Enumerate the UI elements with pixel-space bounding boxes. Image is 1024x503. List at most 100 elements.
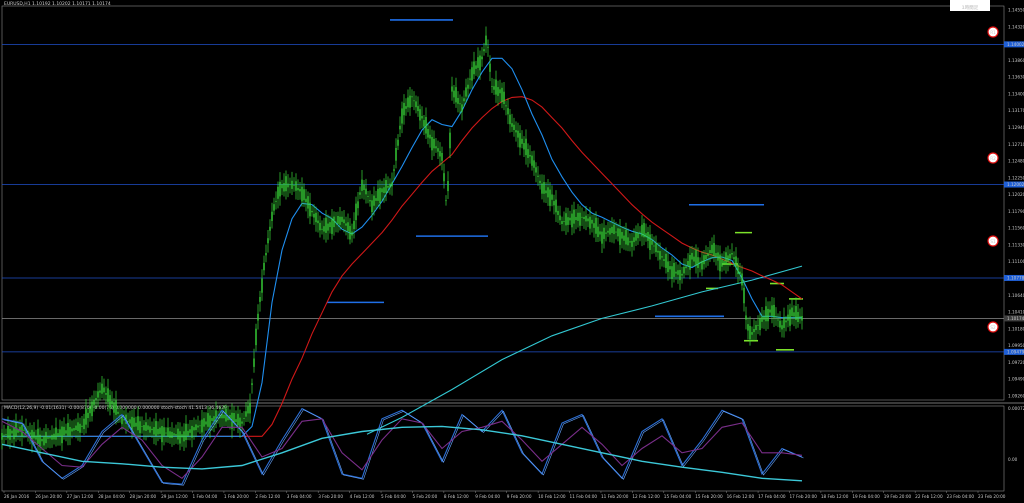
candle-body — [655, 242, 657, 253]
candle-body — [203, 418, 205, 427]
candle-body — [7, 425, 9, 439]
candle-body — [43, 436, 45, 446]
candle-body — [537, 175, 539, 177]
candle-body — [265, 253, 267, 256]
candle-body — [415, 101, 417, 108]
candle-body — [739, 271, 741, 274]
x-tick-label: 28 Jan 20:00 — [130, 494, 157, 499]
pivot-marker-label: S2 — [990, 325, 996, 330]
candle-body — [381, 188, 383, 193]
candle-body — [159, 427, 161, 434]
candle-body — [495, 79, 497, 95]
candle-body — [271, 211, 273, 221]
candle-body — [89, 406, 91, 414]
candle-body — [447, 180, 449, 192]
candle-body — [129, 419, 131, 424]
candle-body — [753, 328, 755, 333]
y-tick-label: 1.13170 — [1008, 108, 1024, 113]
candle-body — [683, 266, 685, 274]
x-tick-label: 2 Feb 12:00 — [255, 494, 280, 499]
candle-body — [23, 429, 25, 431]
candle-body — [669, 266, 671, 270]
candle-body — [767, 308, 769, 322]
candle-body — [339, 216, 341, 225]
candle-body — [153, 427, 155, 435]
candle-body — [783, 317, 785, 328]
x-tick-label: 29 Jan 12:00 — [161, 494, 188, 499]
candle-body — [627, 237, 629, 246]
candle-body — [303, 189, 305, 201]
candle-body — [257, 313, 259, 321]
ma-slow-line — [366, 265, 803, 435]
candle-body — [305, 198, 307, 203]
candle-body — [759, 318, 761, 331]
candle-body — [371, 200, 373, 213]
price-tag-label: 1.10778 — [1007, 275, 1024, 280]
candle-body — [779, 320, 781, 328]
y-tick-label: 1.11330 — [1008, 242, 1024, 247]
candle-body — [179, 431, 181, 444]
candle-body — [557, 210, 559, 215]
candle-body — [511, 123, 513, 127]
candle-body — [695, 250, 697, 266]
candle-body — [661, 256, 663, 258]
candle-body — [749, 325, 751, 340]
trading-chart: EURUSD,H1 1.10192 1.10202 1.10171 1.1017… — [0, 0, 1024, 503]
candle-body — [615, 231, 617, 233]
candle-body — [151, 428, 153, 431]
candle-body — [117, 411, 119, 414]
y-tick-label: 1.12480 — [1008, 159, 1024, 164]
x-tick-label: 17 Feb 20:00 — [789, 494, 817, 499]
x-tick-label: 19 Feb 20:00 — [884, 494, 912, 499]
candle-body — [465, 87, 467, 97]
y-tick-label: 1.12940 — [1008, 125, 1024, 130]
y-tick-label: 1.09490 — [1008, 377, 1024, 382]
candle-body — [61, 426, 63, 444]
candle-body — [331, 218, 333, 234]
candle-body — [301, 186, 303, 202]
candle-body — [99, 390, 101, 393]
candle-body — [337, 215, 339, 224]
pivot-marker-label: R2 — [990, 156, 996, 161]
x-tick-label: 23 Feb 20:00 — [978, 494, 1006, 499]
candle-body — [555, 199, 557, 213]
x-tick-label: 1 Feb 20:00 — [224, 494, 249, 499]
x-tick-label: 15 Feb 04:00 — [664, 494, 692, 499]
candle-body — [269, 226, 271, 231]
candle-body — [581, 216, 583, 218]
candle-body — [97, 391, 99, 398]
main-panel-frame — [1, 5, 1005, 401]
candle-body — [703, 255, 705, 265]
candle-body — [463, 98, 465, 102]
candle-body — [573, 209, 575, 224]
candle-body — [177, 428, 179, 440]
candle-body — [249, 403, 251, 414]
candle-body — [611, 226, 613, 234]
candle-body — [135, 422, 137, 427]
candle-body — [603, 227, 605, 239]
candle-body — [357, 201, 359, 209]
candle-body — [113, 402, 115, 413]
candle-body — [297, 187, 299, 191]
candle-body — [529, 154, 531, 157]
candle-body — [769, 309, 771, 313]
candle-body — [367, 196, 369, 197]
candle-body — [1, 433, 3, 440]
candle-body — [765, 306, 767, 322]
candle-body — [285, 176, 287, 192]
candle-body — [341, 216, 343, 222]
candle-body — [507, 108, 509, 115]
y-tick-label: 1.10410 — [1008, 310, 1024, 315]
candle-body — [267, 238, 269, 244]
candle-body — [737, 264, 739, 275]
candle-body — [409, 95, 411, 108]
candle-body — [157, 428, 159, 435]
candle-body — [427, 129, 429, 138]
candle-body — [469, 78, 471, 80]
candle-body — [237, 413, 239, 426]
candle-body — [379, 187, 381, 204]
candle-body — [609, 228, 611, 235]
candle-body — [607, 230, 609, 233]
candle-body — [755, 325, 757, 331]
pivot-marker-label: R1 — [990, 30, 996, 35]
